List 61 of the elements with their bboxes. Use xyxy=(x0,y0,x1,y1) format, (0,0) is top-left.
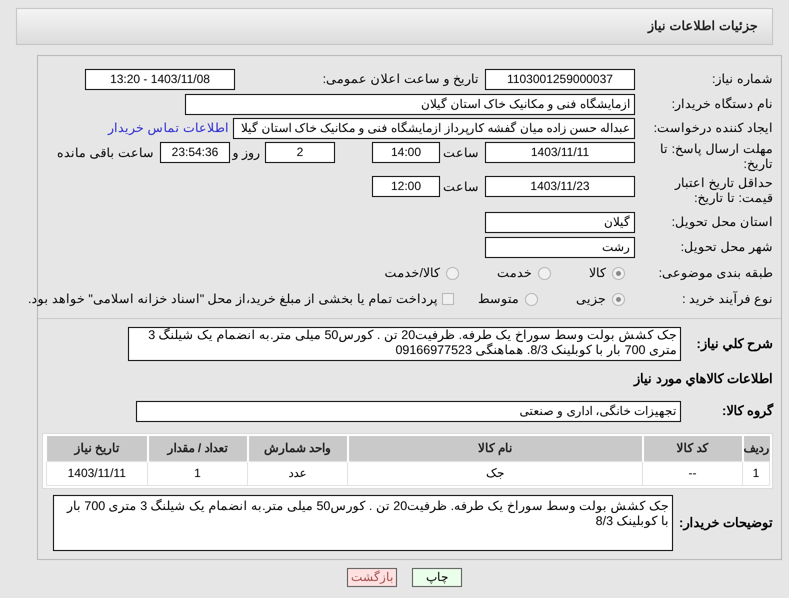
section-heading: اطلاعات کالاهاي مورد نياز xyxy=(634,371,773,386)
field-label: توضیحات خریدار: xyxy=(679,514,773,530)
column-header: ردیف xyxy=(742,436,770,461)
field-label: شهر محل تحویل: xyxy=(680,240,773,254)
buyer-notes-textarea[interactable]: جک کشش بولت وسط سوراخ یک طرفه. ظرفیت20 تن . کورس50 میلی متر.به انضمام یک شیلنگ 3 متری 700 بار با کوبلینک 8/3 xyxy=(53,494,673,550)
table-cell: -- xyxy=(642,461,742,485)
radio-label: جزیی xyxy=(576,290,606,308)
table-cell: جک xyxy=(348,461,642,485)
province-field[interactable]: گیلان xyxy=(485,212,635,232)
radio-label: کالا xyxy=(589,264,606,282)
radio-button[interactable] xyxy=(446,266,459,280)
field-label: شماره نیاز: xyxy=(712,72,773,86)
page-title: جزئیات اطلاعات نیاز xyxy=(648,18,758,36)
field-label: ایجاد کننده درخواست: xyxy=(654,121,773,135)
radio-button[interactable] xyxy=(612,292,625,306)
column-header: کد کالا xyxy=(642,436,742,461)
field-label: ساعت xyxy=(443,146,479,160)
description-textarea[interactable]: جک کشش بولت وسط سوراخ یک طرفه. ظرفیت20 تن . کورس50 میلی متر.به انضمام یک شیلنگ 3 متری 700 بار با کوبلینک 8/3. هماهنگی 09166977523 xyxy=(128,327,681,361)
table-cell: 1 xyxy=(742,461,770,485)
field-label: ساعت xyxy=(443,180,479,194)
announce-date-field[interactable]: 1403/11/08 - 13:20 xyxy=(85,68,235,90)
radio-label: متوسط xyxy=(478,290,519,308)
table-cell: عدد xyxy=(248,461,348,485)
goods-group-field[interactable]: تجهیزات خانگی، اداری و صنعتی xyxy=(136,400,681,422)
field-label: طبقه بندی موضوعی: xyxy=(658,266,773,280)
checkbox[interactable] xyxy=(442,293,454,305)
column-header: نام کالا xyxy=(348,436,642,461)
buyer-org-field[interactable]: ازمایشگاه فنی و مکانیک خاک استان گیلان xyxy=(185,94,635,114)
city-field[interactable]: رشت xyxy=(485,236,635,258)
validity-time-field[interactable]: 12:00 xyxy=(372,176,440,197)
print-button[interactable]: چاپ xyxy=(412,568,462,586)
field-label: نام دستگاه خریدار: xyxy=(672,97,773,111)
column-header: تاریخ نیاز xyxy=(46,436,148,461)
radio-button[interactable] xyxy=(538,266,551,280)
table-cell: 1 xyxy=(148,461,248,485)
field-label: ساعت باقی مانده xyxy=(57,146,154,160)
validity-date-field[interactable]: 1403/11/23 xyxy=(485,176,635,197)
field-label: حداقل تاریخ اعتبار قیمت: تا تاریخ: xyxy=(674,176,773,206)
back-button[interactable]: بازگشت xyxy=(347,568,397,586)
radio-button[interactable] xyxy=(612,266,625,280)
radio-label: خدمت xyxy=(497,264,532,282)
field-label: روز و xyxy=(232,146,260,160)
column-header: واحد شمارش xyxy=(248,436,348,461)
field-label: مهلت ارسال پاسخ: تا تاریخ: xyxy=(659,142,773,172)
field-label: نوع فرآیند خرید : xyxy=(682,292,773,306)
field-label: تاریخ و ساعت اعلان عمومی: xyxy=(322,72,479,86)
field-label: گروه کالا: xyxy=(722,403,773,418)
treasury-note: پرداخت تمام یا بخشی از مبلغ خرید،از محل "اسناد خزانه اسلامی" خواهد بود. xyxy=(28,290,438,308)
requester-field[interactable]: عبداله حسن زاده میان گفشه کارپرداز ازمایشگاه فنی و مکانیک خاک استان گیلا xyxy=(233,118,635,138)
table-cell: 1403/11/11 xyxy=(46,461,148,485)
deadline-date-field[interactable]: 1403/11/11 xyxy=(485,142,635,163)
field-label: شرح کلي نياز: xyxy=(696,336,773,351)
buyer-contact-link[interactable]: اطلاعات تماس خریدار xyxy=(108,118,229,138)
remaining-time-field[interactable]: 23:54:36 xyxy=(160,142,230,163)
field-label: استان محل تحویل: xyxy=(672,215,773,229)
radio-label: کالا/خدمت xyxy=(384,264,440,282)
need-number-field[interactable]: 1103001259000037 xyxy=(485,68,635,90)
deadline-time-field[interactable]: 14:00 xyxy=(372,142,440,163)
radio-button[interactable] xyxy=(525,292,538,306)
column-header: تعداد / مقدار xyxy=(148,436,248,461)
days-field[interactable]: 2 xyxy=(265,142,335,163)
